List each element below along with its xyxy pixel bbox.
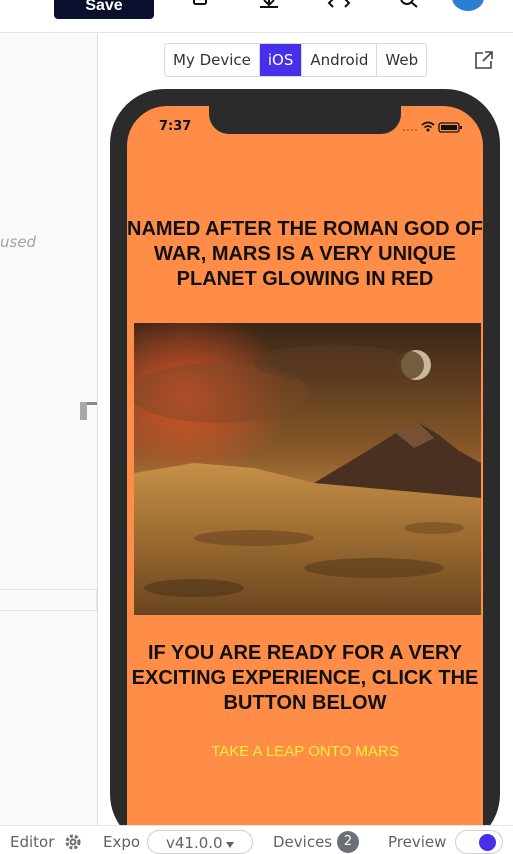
mars-headline: NAMED AFTER THE ROMAN GOD OF WAR, MARS I… <box>127 218 483 290</box>
preview-pane: My Device iOS Android Web 7:37 NAMED AFT… <box>98 33 513 825</box>
top-toolbar: Save <box>0 0 513 33</box>
search-icon[interactable] <box>398 0 422 16</box>
pane-resize-handle[interactable] <box>80 402 97 420</box>
cta-message: IF YOU ARE READY FOR A VERY EXCITING EXP… <box>131 642 479 714</box>
status-bar-icons <box>403 121 462 133</box>
devices-count-badge: 2 <box>337 831 359 853</box>
phone-notch <box>209 106 401 134</box>
editor-row-divider <box>0 589 97 611</box>
device-screen: 7:37 NAMED AFTER THE ROMAN GOD OF WAR, M… <box>127 106 483 825</box>
footer-bar: Editor Expo v41.0.0 Devices 2 Preview <box>0 825 513 854</box>
iphone-frame: 7:37 NAMED AFTER THE ROMAN GOD OF WAR, M… <box>110 89 500 825</box>
open-external-icon[interactable] <box>474 50 494 70</box>
tab-web[interactable]: Web <box>377 44 426 76</box>
editor-label[interactable]: Editor <box>10 833 54 851</box>
user-avatar[interactable] <box>452 0 484 11</box>
expo-label: Expo <box>103 833 141 851</box>
preview-label: Preview <box>388 833 447 851</box>
sdk-version-value: v41.0.0 <box>166 834 223 852</box>
save-button[interactable]: Save <box>54 0 154 19</box>
tab-android[interactable]: Android <box>302 44 378 76</box>
download-icon[interactable] <box>257 0 281 16</box>
platform-selector: My Device iOS Android Web <box>164 43 428 77</box>
chevron-down-icon <box>226 842 234 848</box>
code-icon[interactable] <box>327 0 351 16</box>
preview-toggle[interactable] <box>455 830 503 854</box>
cellular-signal-icon <box>403 129 417 131</box>
tab-ios[interactable]: iOS <box>259 44 303 76</box>
gear-icon[interactable] <box>63 833 83 851</box>
device-icon[interactable] <box>189 0 213 16</box>
editor-pane: used <box>0 33 98 825</box>
take-leap-button[interactable]: TAKE A LEAP ONTO MARS <box>127 743 483 760</box>
tab-my-device[interactable]: My Device <box>165 44 260 76</box>
devices-label[interactable]: Devices <box>273 833 332 851</box>
status-time: 7:37 <box>159 119 192 134</box>
wifi-icon <box>421 121 435 132</box>
editor-partial-text: used <box>0 233 37 251</box>
battery-icon <box>438 122 462 133</box>
toggle-knob <box>479 834 496 851</box>
sdk-version-select[interactable]: v41.0.0 <box>147 830 253 854</box>
mars-landscape-image <box>134 323 481 615</box>
